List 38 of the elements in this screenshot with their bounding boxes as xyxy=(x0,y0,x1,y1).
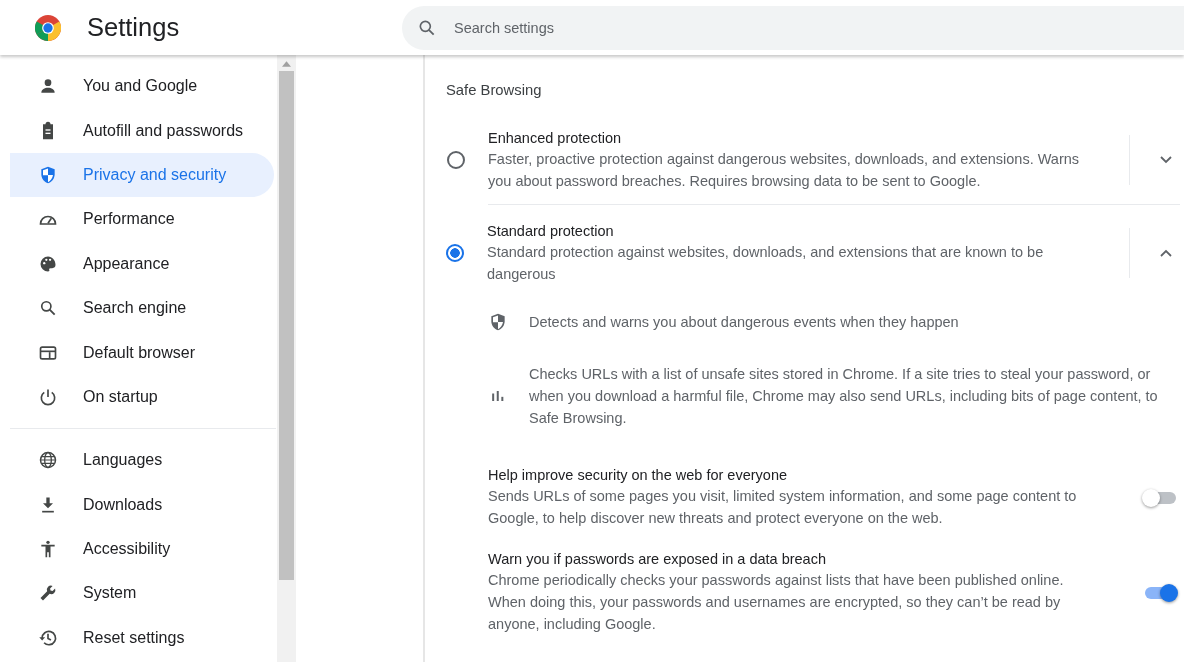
setting-description: Sends URLs of some pages you visit, limited system information, and some page content to Google, to help discover new threats and protect everyone on the web. xyxy=(488,487,1078,528)
scrollbar[interactable] xyxy=(277,55,296,662)
sidebar-item[interactable]: Performance xyxy=(10,197,274,242)
setting-description: Chrome periodically checks your passwords against lists that have been published online. When doing this, your passwords and usernames are encrypted, so they can’t be read by anyone, including Google. xyxy=(488,571,1065,634)
detail-text: Detects and warns you about dangerous events when they happen xyxy=(529,313,960,332)
sidebar-item[interactable]: Downloads xyxy=(10,482,274,527)
sidebar-item[interactable]: Appearance xyxy=(10,241,274,286)
shield-icon xyxy=(38,164,58,185)
sidebar-item[interactable]: Privacy and security xyxy=(10,152,274,198)
search-field[interactable]: Search settings xyxy=(402,5,1184,50)
setting-title: Warn you if passwords are exposed in a data breach xyxy=(488,550,827,569)
radio-button[interactable] xyxy=(446,244,464,262)
option-description: Faster, proactive protection against dangerous websites, downloads, and extensions. Warns you about password breaches. Requires browsing data to be sent to Google. xyxy=(488,150,1081,191)
chevron-down-icon xyxy=(1160,156,1172,164)
accessibility-icon xyxy=(38,539,58,560)
scroll-up-arrow-icon xyxy=(282,61,291,67)
sidebar-item[interactable]: System xyxy=(10,571,274,616)
page-title: Settings xyxy=(87,13,181,42)
globe-icon xyxy=(38,450,58,471)
sidebar-item[interactable]: Reset settings xyxy=(10,615,274,661)
sidebar-item[interactable]: Languages xyxy=(10,438,274,483)
option-title: Enhanced protection xyxy=(488,129,622,148)
shield-icon xyxy=(488,312,508,332)
sidebar-item[interactable]: Search engine xyxy=(10,285,274,331)
section-heading: Safe Browsing xyxy=(446,82,543,98)
chevron-up-icon xyxy=(1160,249,1172,257)
sidebar-item[interactable]: Default browser xyxy=(10,330,274,375)
setting-title: Help improve security on the web for everyone xyxy=(488,466,788,485)
option-title: Standard protection xyxy=(487,222,615,241)
sidebar-item[interactable]: Autofill and passwords xyxy=(10,108,274,153)
browser-logo-icon xyxy=(35,14,61,41)
toggle-switch[interactable] xyxy=(1142,489,1176,505)
sidebar-item[interactable]: You and Google xyxy=(10,64,274,109)
sidebar-item[interactable]: Accessibility xyxy=(10,526,274,572)
radio-button[interactable] xyxy=(447,151,465,169)
sidebar-item[interactable]: On startup xyxy=(10,374,274,420)
option-description: Standard protection against websites, downloads, and extensions that are known to be dangerous xyxy=(487,243,1045,284)
detail-text: Checks URLs with a list of unsafe sites stored in Chrome. If a site tries to steal your password, or when you download a harmful file, Chrome may also send URLs, including bits of page content, to Safe Browsing. xyxy=(529,365,1159,428)
